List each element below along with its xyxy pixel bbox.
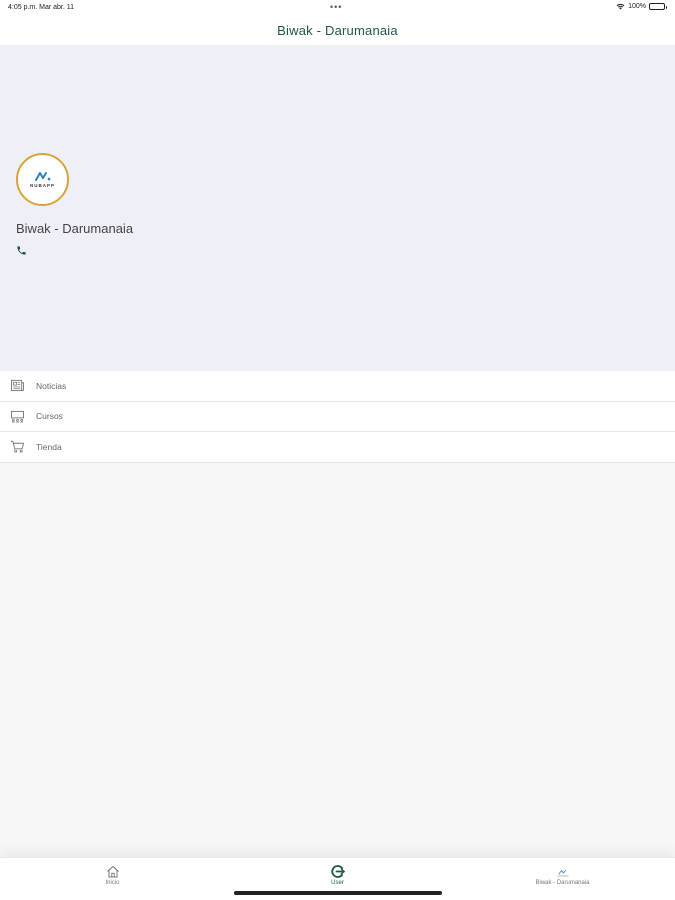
profile-header: NUBAPP Biwak - Darumanaia [0, 45, 675, 371]
menu-list: Noticias Cursos Tienda [0, 371, 675, 463]
tab-center[interactable]: Biwak - Darumanaia [450, 858, 675, 900]
home-icon [106, 866, 119, 878]
wifi-icon [616, 3, 625, 10]
menu-label: Cursos [36, 411, 63, 422]
battery-icon [649, 3, 667, 10]
tab-label: Biwak - Darumanaia [535, 880, 590, 886]
logo-text: NUBAPP [29, 183, 55, 188]
home-indicator[interactable] [234, 891, 442, 895]
multitasking-dots[interactable]: ••• [330, 2, 342, 12]
user-exit-icon [330, 865, 345, 878]
menu-item-tienda[interactable]: Tienda [0, 432, 675, 463]
company-logo: NUBAPP [16, 153, 69, 206]
tab-label: User [331, 880, 344, 886]
battery-percent: 100% [628, 3, 646, 10]
tab-label: Inicio [105, 880, 120, 886]
status-time: 4:05 p.m. Mar abr. 11 [8, 4, 75, 11]
menu-item-noticias[interactable]: Noticias [0, 371, 675, 402]
menu-label: Noticias [36, 380, 67, 391]
page-title: Biwak - Darumanaia [277, 23, 398, 38]
menu-label: Tienda [36, 441, 62, 452]
center-icon [557, 870, 568, 877]
profile-name: Biwak - Darumanaia [16, 221, 134, 236]
status-right: 100% [616, 3, 667, 10]
cart-icon [11, 441, 24, 453]
status-bar: 4:05 p.m. Mar abr. 11 ••• 100% [0, 0, 675, 18]
classroom-icon [11, 410, 24, 423]
phone-icon[interactable] [16, 245, 27, 256]
logo-mark-icon [34, 172, 50, 181]
newspaper-icon [10, 380, 24, 392]
nav-bar: Biwak - Darumanaia [0, 18, 675, 45]
tab-inicio[interactable]: Inicio [0, 858, 225, 900]
menu-item-cursos[interactable]: Cursos [0, 401, 675, 432]
